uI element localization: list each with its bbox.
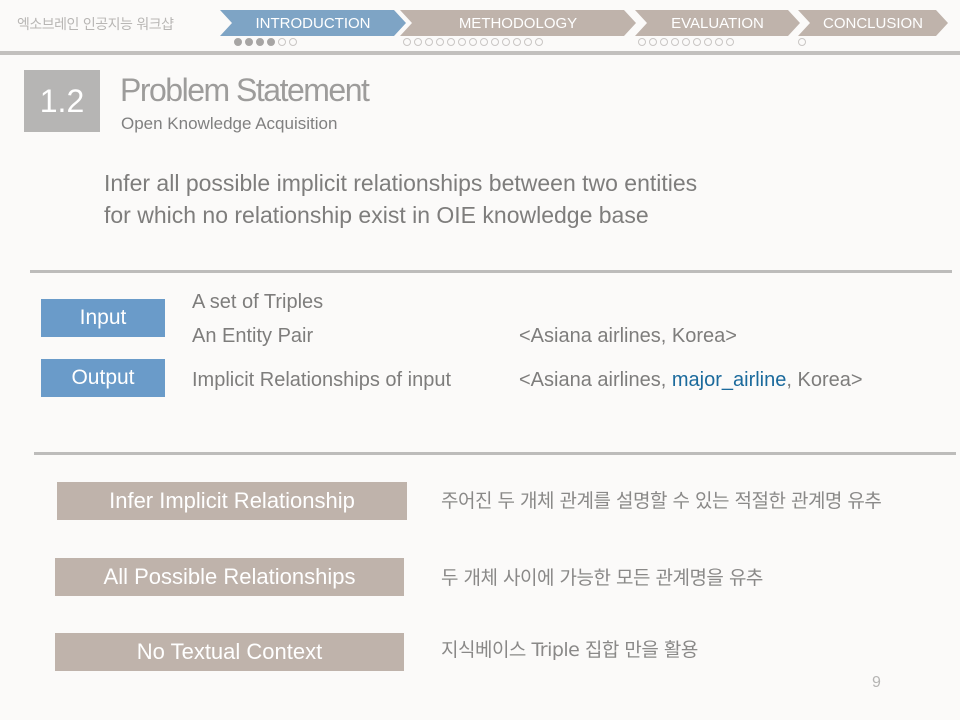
progress-dot-empty — [278, 38, 286, 46]
input-item-entity-pair: An Entity Pair — [192, 325, 314, 347]
progress-dots-conclusion — [798, 38, 806, 46]
feature-label-no-context: No Textual Context — [55, 633, 404, 671]
progress-dot-filled — [267, 38, 275, 46]
progress-dot-empty — [458, 38, 466, 46]
progress-dot-empty — [682, 38, 690, 46]
output-example-prefix: <Asiana airlines, — [519, 369, 672, 391]
progress-dot-empty — [660, 38, 668, 46]
feature-desc-all-possible: 두 개체 사이에 가능한 모든 관계명을 유추 — [441, 567, 763, 589]
progress-dot-empty — [671, 38, 679, 46]
header-divider — [0, 51, 960, 55]
progress-dot-empty — [480, 38, 488, 46]
divider-top — [30, 270, 952, 273]
input-label: Input — [41, 299, 165, 337]
progress-dot-empty — [726, 38, 734, 46]
input-item-triples: A set of Triples — [192, 291, 324, 313]
output-example-relation: major_airline — [671, 369, 787, 391]
tab-conclusion[interactable]: CONCLUSION — [798, 10, 948, 36]
output-label: Output — [41, 359, 165, 397]
progress-dot-empty — [502, 38, 510, 46]
progress-dot-empty — [289, 38, 297, 46]
page-number: 9 — [872, 674, 881, 691]
progress-dot-empty — [704, 38, 712, 46]
page-title: Problem Statement — [120, 72, 370, 108]
progress-dot-empty — [425, 38, 433, 46]
progress-dot-empty — [535, 38, 543, 46]
feature-desc-no-context: 지식베이스 Triple 집합 만을 활용 — [441, 639, 698, 661]
progress-dot-empty — [469, 38, 477, 46]
tab-evaluation[interactable]: EVALUATION — [635, 10, 800, 36]
feature-label-infer: Infer Implicit Relationship — [57, 482, 407, 520]
feature-desc-infer: 주어진 두 개체 관계를 설명할 수 있는 적절한 관계명 유추 — [441, 490, 882, 512]
progress-dot-empty — [403, 38, 411, 46]
input-example: <Asiana airlines, Korea> — [519, 325, 737, 347]
progress-dot-empty — [513, 38, 521, 46]
statement-line-2: for which no relationship exist in OIE k… — [104, 202, 649, 228]
progress-dot-empty — [638, 38, 646, 46]
progress-dot-empty — [491, 38, 499, 46]
statement-line-1: Infer all possible implicit relationship… — [104, 170, 698, 196]
workshop-title: 엑소브레인 인공지능 워크샵 — [17, 17, 174, 33]
progress-dot-empty — [414, 38, 422, 46]
output-item: Implicit Relationships of input — [192, 369, 452, 391]
progress-dots-evaluation — [638, 38, 734, 46]
divider-bottom — [34, 452, 956, 455]
progress-dot-empty — [447, 38, 455, 46]
progress-dot-filled — [234, 38, 242, 46]
progress-dot-filled — [245, 38, 253, 46]
tab-methodology[interactable]: METHODOLOGY — [400, 10, 636, 36]
output-example-suffix: , Korea> — [786, 369, 863, 391]
progress-dot-empty — [715, 38, 723, 46]
progress-dot-empty — [524, 38, 532, 46]
progress-dot-empty — [649, 38, 657, 46]
page-subtitle: Open Knowledge Acquisition — [121, 114, 338, 133]
progress-dot-empty — [693, 38, 701, 46]
output-example: <Asiana airlines, major_airline, Korea> — [519, 369, 863, 392]
progress-dots-methodology — [403, 38, 543, 46]
tab-introduction[interactable]: INTRODUCTION — [220, 10, 406, 36]
section-number: 1.2 — [24, 70, 100, 132]
feature-label-all-possible: All Possible Relationships — [55, 558, 404, 596]
progress-dot-empty — [436, 38, 444, 46]
progress-dots-introduction — [234, 38, 297, 46]
problem-statement: Infer all possible implicit relationship… — [104, 167, 697, 231]
progress-dot-empty — [798, 38, 806, 46]
progress-dot-filled — [256, 38, 264, 46]
